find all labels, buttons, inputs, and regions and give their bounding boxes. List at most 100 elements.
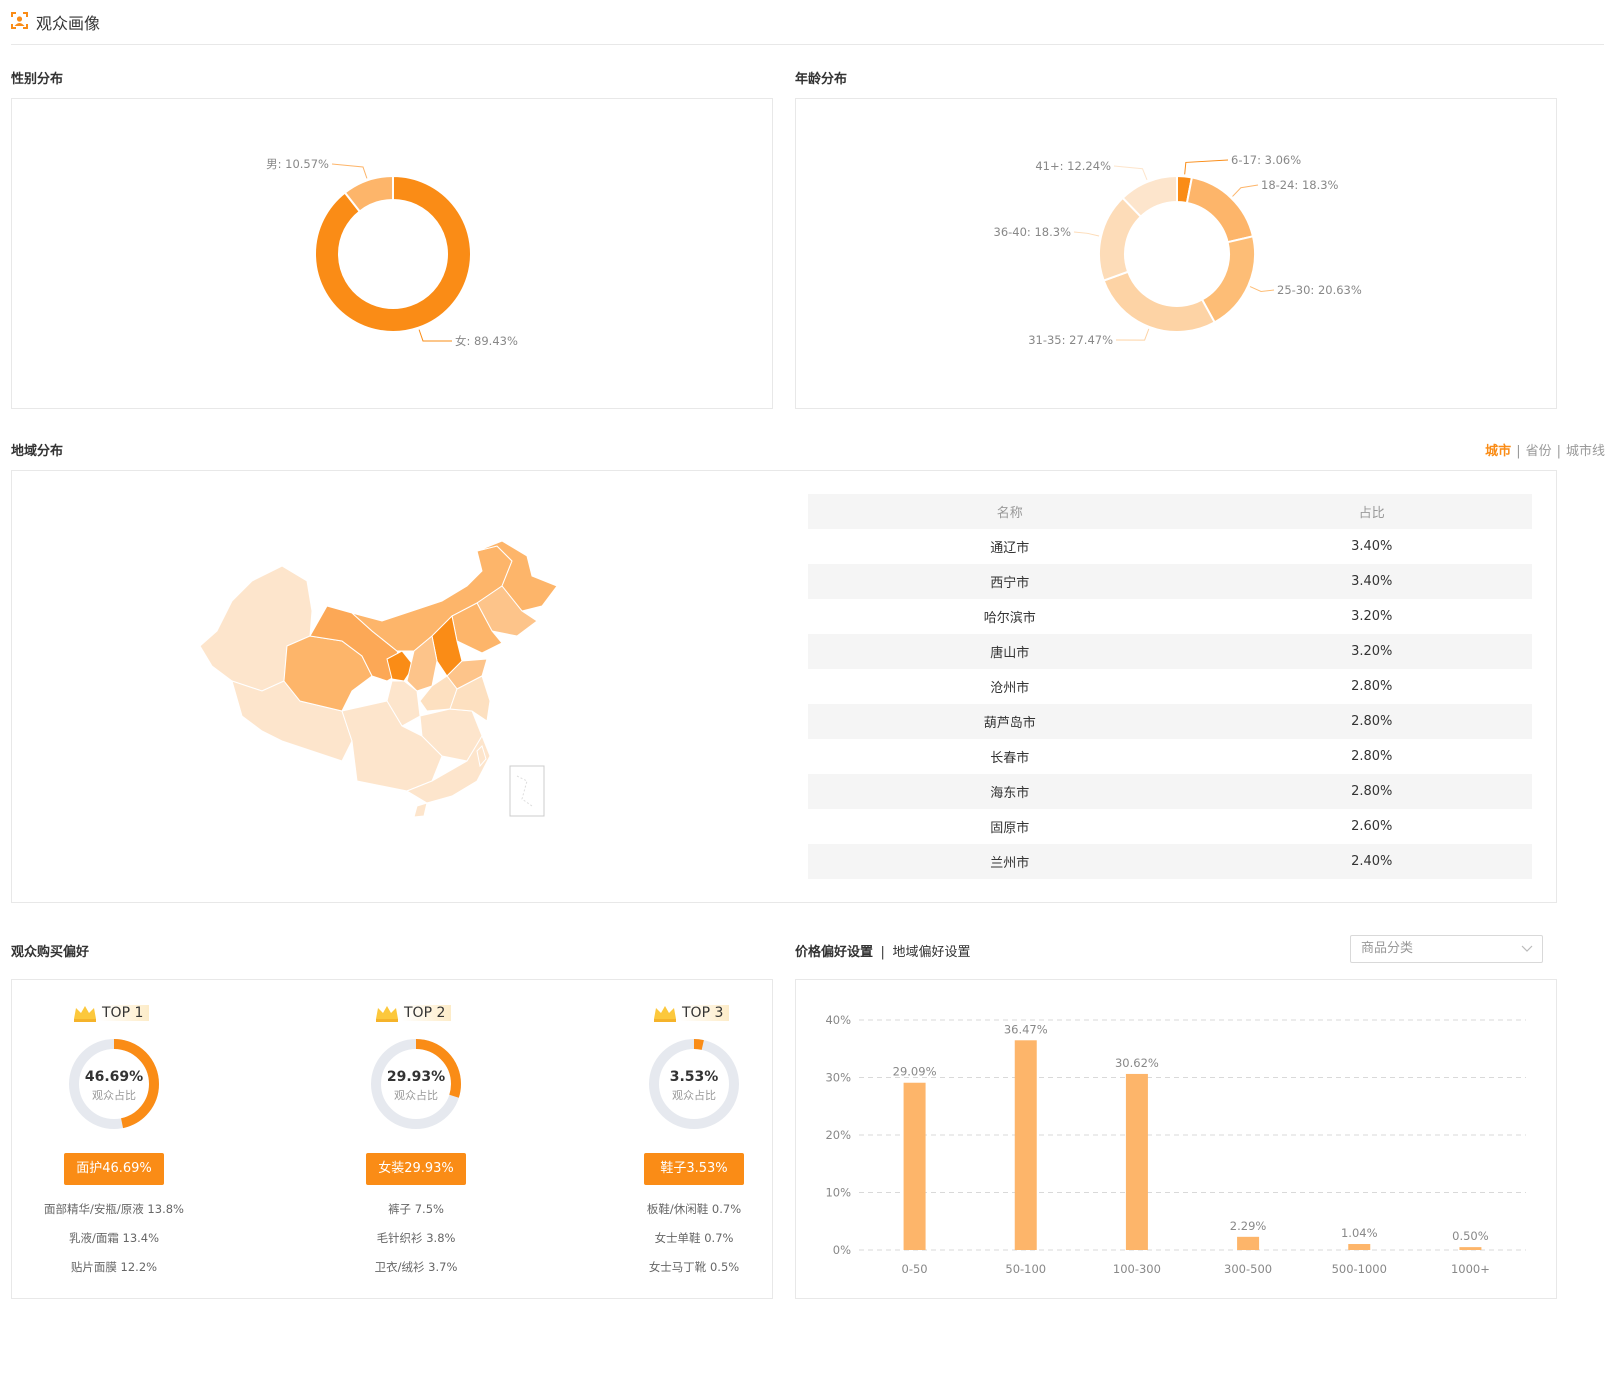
age-donut-chart: 6-17: 3.06% 18-24: 18.3% 25-30: 20.63% 31-3… — [994, 153, 1362, 347]
gender-label: 男: 10.57% — [266, 157, 329, 171]
ring-caption: 观众占比 — [394, 1089, 438, 1102]
purchase-panel: TOP 1 46.69% 观众占比 面护46.69% 面部精华/安瓶/原液 13.8% 乳… — [11, 979, 773, 1299]
age-label: 36-40: 18.3% — [994, 225, 1072, 239]
table-row: 长春市 2.80% — [808, 739, 1532, 774]
price-bar-chart: 0% 10% 20% 30% 40% 29.09% 0-50 36.47% 50-100 30.6… — [825, 1013, 1526, 1276]
table-row: 沧州市 2.80% — [808, 669, 1532, 704]
subcategory-item: 板鞋/休闲鞋 0.7% — [646, 1202, 742, 1216]
age-label: 18-24: 18.3% — [1261, 178, 1339, 192]
bar-value-label: 1.04% — [1341, 1226, 1378, 1240]
crown-icon — [654, 1006, 676, 1022]
y-tick-label: 10% — [825, 1186, 851, 1200]
price-titles: 价格偏好设置 | 地域偏好设置 — [795, 941, 970, 960]
city-name-cell: 通辽市 — [990, 541, 1030, 556]
gender-donut-chart: 女: 89.43% 男: 10.57% — [266, 157, 518, 348]
top-rank-label: TOP 2 — [402, 1005, 452, 1021]
tab-city-tier[interactable]: 城市线 — [1566, 444, 1605, 459]
table-row: 通辽市 3.40% — [808, 529, 1532, 564]
purchase-section-title: 观众购买偏好 — [11, 945, 90, 960]
title-separator: | — [880, 945, 885, 960]
table-row: 固原市 2.60% — [808, 809, 1532, 844]
region-preference-link[interactable]: 地域偏好设置 — [892, 945, 970, 960]
bar-value-label: 30.62% — [1115, 1056, 1159, 1070]
bar-value-label: 29.09% — [893, 1065, 937, 1079]
bar — [1014, 1040, 1037, 1250]
city-table: 名称 占比 通辽市 3.40% 西宁市 3.40% 哈尔滨市 3.20% 唐山市 3.20% 沧… — [808, 494, 1532, 879]
subcategory-item: 贴片面膜 12.2% — [70, 1260, 158, 1274]
city-name-cell: 海东市 — [808, 774, 1212, 809]
age-leader-line — [1113, 165, 1148, 181]
gender-leader-line — [418, 329, 453, 342]
table-row: 海东市 2.80% — [808, 774, 1532, 809]
subcategory-item: 毛针织衫 3.8% — [376, 1231, 456, 1245]
header-divider — [11, 44, 1604, 45]
tab-province[interactable]: 省份 — [1526, 444, 1552, 459]
bar-value-label: 36.47% — [1004, 1022, 1048, 1036]
table-header-share: 占比 — [1211, 494, 1532, 529]
city-name-cell: 西宁市 — [808, 564, 1212, 599]
x-tick-label: 0-50 — [902, 1262, 928, 1276]
city-name-cell: 沧州市 — [990, 681, 1030, 696]
city-share-cell: 3.20% — [1351, 609, 1393, 624]
age-slice — [1102, 270, 1216, 333]
category-button[interactable]: 面护46.69% — [64, 1153, 164, 1185]
category-select-placeholder: 商品分类 — [1361, 941, 1414, 956]
top-rank-label: TOP 3 — [680, 1005, 730, 1021]
purchase-column: TOP 1 46.69% 观众占比 面护46.69% 面部精华/安瓶/原液 13.8% 乳… — [14, 980, 214, 1298]
age-leader-line — [1115, 328, 1150, 341]
city-share-cell: 2.80% — [1211, 704, 1532, 739]
category-button[interactable]: 女装29.93% — [366, 1153, 466, 1185]
city-name-cell: 哈尔滨市 — [983, 611, 1036, 626]
age-leader-line — [1249, 286, 1275, 292]
bar — [1348, 1244, 1371, 1250]
city-share-cell: 3.40% — [1351, 539, 1393, 554]
table-header-name: 名称 — [808, 494, 1212, 529]
x-tick-label: 100-300 — [1113, 1262, 1161, 1276]
table-row: 唐山市 3.20% — [808, 634, 1532, 669]
price-preference-link[interactable]: 价格偏好设置 — [795, 945, 873, 960]
age-slice — [1200, 235, 1256, 324]
tab-city[interactable]: 城市 — [1485, 444, 1511, 459]
subcategory-item: 女士单鞋 0.7% — [654, 1231, 734, 1245]
age-panel: 6-17: 3.06% 18-24: 18.3% 25-30: 20.63% 31-3… — [795, 98, 1557, 409]
table-row: 西宁市 3.40% — [808, 564, 1532, 599]
subcategory-item: 女士马丁靴 0.5% — [648, 1260, 740, 1274]
age-label: 6-17: 3.06% — [1231, 153, 1301, 167]
x-tick-label: 1000+ — [1451, 1262, 1490, 1276]
bar-value-label: 2.29% — [1230, 1219, 1267, 1233]
chevron-down-icon — [1521, 945, 1533, 952]
y-tick-label: 30% — [825, 1071, 851, 1085]
subcategory-item: 裤子 7.5% — [388, 1202, 444, 1216]
city-share-cell: 2.80% — [1211, 774, 1532, 809]
ring-percentage: 46.69% — [84, 1069, 144, 1085]
gender-leader-line — [331, 163, 368, 179]
table-row: 葫芦岛市 2.80% — [808, 704, 1532, 739]
age-leader-line — [1184, 159, 1229, 175]
city-name-cell: 固原市 — [990, 821, 1030, 836]
category-button[interactable]: 鞋子3.53% — [644, 1153, 744, 1185]
top-rank-badge: TOP 1 — [72, 1002, 156, 1024]
table-row: 哈尔滨市 3.20% — [808, 599, 1532, 634]
y-tick-label: 0% — [833, 1243, 851, 1257]
bar-value-label: 0.50% — [1452, 1229, 1489, 1243]
subcategory-item: 卫衣/绒衫 3.7% — [374, 1260, 458, 1274]
bar — [1125, 1073, 1148, 1250]
city-share-cell: 2.80% — [1351, 749, 1393, 764]
city-share-cell: 3.40% — [1211, 564, 1532, 599]
subcategory-item: 乳液/面霜 13.4% — [68, 1231, 160, 1245]
city-share-cell: 2.80% — [1351, 679, 1393, 694]
category-select[interactable]: 商品分类 — [1350, 935, 1543, 963]
age-label: 41+: 12.24% — [1035, 159, 1111, 173]
age-label: 25-30: 20.63% — [1277, 283, 1362, 297]
x-tick-label: 300-500 — [1224, 1262, 1272, 1276]
bar — [903, 1082, 926, 1250]
purchase-column: TOP 3 3.53% 观众占比鞋子3.53% 板鞋/休闲鞋 0.7% 女士单鞋 0.7… — [594, 980, 794, 1298]
age-section-title: 年龄分布 — [795, 72, 848, 87]
ring-percentage: 3.53% — [669, 1069, 719, 1085]
china-map — [199, 541, 558, 818]
age-label: 31-35: 27.47% — [1028, 333, 1113, 347]
gender-label: 女: 89.43% — [455, 334, 518, 348]
region-tabs: 城市 | 省份 | 城市线 — [1485, 444, 1605, 459]
ring-caption: 观众占比 — [672, 1089, 716, 1102]
gender-section-title: 性别分布 — [11, 72, 64, 87]
